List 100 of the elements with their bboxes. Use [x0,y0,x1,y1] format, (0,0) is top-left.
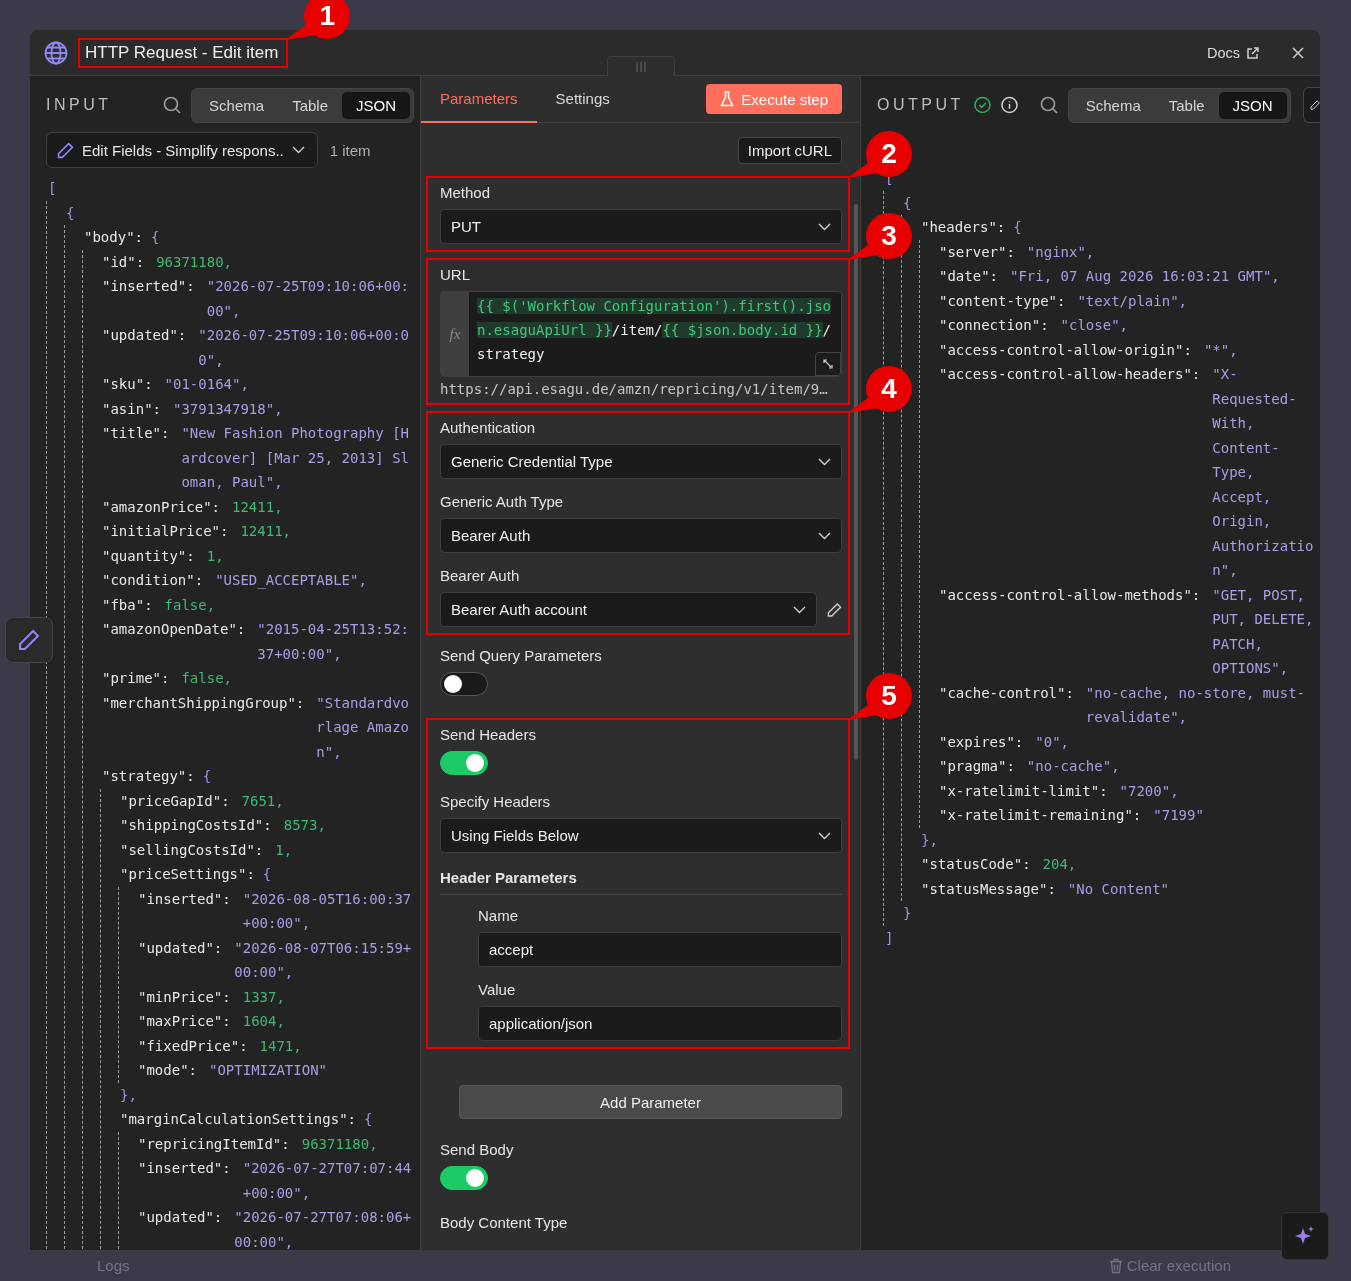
json-key: "maxPrice": [138,1009,231,1034]
json-key: "statusCode": [921,852,1031,877]
view-tab[interactable]: Schema [195,91,279,119]
json-value: "nginx", [1026,242,1096,262]
trash-icon [1108,1257,1123,1274]
json-key: "sellingCostsId": [120,837,264,862]
panel-heading: OUTPUT [877,96,964,114]
json-key: "marginCalculationSettings": [120,1107,356,1132]
field-label: URL [440,266,471,283]
select-field[interactable]: Bearer Auth account [440,592,818,627]
json-value: false, [181,669,233,688]
json-key: "access-control-allow-headers": [939,362,1201,387]
json-value: "0", [1035,732,1070,752]
json-key: "statusMessage": [921,876,1056,901]
panel-tab[interactable]: Settings [536,76,629,123]
json-value: "01-0164", [164,375,250,394]
expand-icon[interactable] [822,358,834,370]
input-field[interactable]: application/json [478,1006,842,1041]
chevron-down-icon [818,222,831,231]
json-key: "asin": [102,396,161,421]
drag-handle[interactable] [607,56,675,76]
json-key: "updated": [138,935,223,960]
json-value: "2026-07-25T09:10:06+00:00", [206,277,410,321]
json-value: false, [164,595,217,615]
json-bracket: { [262,865,272,884]
select-field[interactable]: Bearer Auth [440,518,842,553]
json-key: "access-control-allow-methods": [939,582,1201,607]
json-value: 12411, [240,522,292,541]
select-field[interactable]: Generic Credential Type [440,444,842,479]
toggle-switch[interactable] [440,751,488,775]
json-value: 8573, [283,816,327,835]
chevron-down-icon [793,605,807,614]
json-key: "prime": [102,666,170,691]
view-tab[interactable]: Schema [1071,91,1155,119]
select-field[interactable]: Using Fields Below [440,818,842,853]
view-tab[interactable]: JSON [1218,91,1287,119]
json-value: "2026-07-27T07:07:44+00:00", [242,1159,413,1203]
json-key: "expires": [939,729,1024,754]
json-key: "priceGapId": [120,788,230,813]
search-icon[interactable] [1039,96,1058,114]
pencil-icon [827,601,842,618]
chevron-down-icon [818,531,831,540]
edit-button[interactable] [1302,87,1320,123]
edit-button[interactable] [5,617,53,663]
field-label: Specify Headers [440,793,552,810]
search-icon[interactable] [163,96,182,114]
input-field[interactable]: accept [478,932,842,967]
json-value: 12411, [232,497,284,517]
json-bracket: ] [885,928,894,948]
field-label: Generic Auth Type [440,493,565,510]
view-tab[interactable]: Table [1154,91,1219,119]
json-value: "USED_ACCEPTABLE", [215,571,368,591]
scrollbar[interactable] [854,204,858,760]
json-bracket: } [903,904,912,923]
json-value: "2026-08-05T16:00:37+00:00", [242,889,413,933]
field-label: Authentication [440,419,537,436]
chevron-down-icon [818,831,831,840]
import-curl-button[interactable]: Import cURL [737,137,842,164]
json-key: "date": [939,264,998,289]
expression-editor[interactable]: fx {{ $('Workflow Configuration').first().json.esaguApiUrl }}/item/{{ $json.body.id }}/strategy [440,291,842,377]
json-value: "2015-04-25T13:52:37+00:00", [257,620,410,664]
assistant-button[interactable] [1281,1212,1329,1260]
json-key: "fixedPrice": [138,1033,248,1058]
json-value: "X-Requested-With, Content-Type, Accept, Origin, Authorization", [1212,365,1315,580]
info-icon[interactable] [1000,96,1018,114]
json-bracket: { [1013,218,1022,237]
json-value: "*", [1203,340,1239,360]
json-key: "shippingCostsId": [120,813,272,838]
close-icon[interactable] [1292,46,1304,59]
chevron-down-icon [291,146,305,154]
panel-tab[interactable]: Parameters [421,76,537,123]
json-value: 1, [206,546,225,566]
json-key: "repricingItemId": [138,1131,290,1156]
docs-link[interactable]: Docs [1206,44,1260,61]
json-key: "access-control-allow-origin": [939,337,1192,362]
json-value: 7651, [241,791,285,811]
json-key: "strategy": [102,764,195,789]
json-bracket: { [903,193,912,213]
field-label: Send Query Parameters [440,647,603,664]
json-value: "7200", [1119,781,1180,801]
pencil-icon [57,141,74,159]
view-tab[interactable]: Table [278,91,342,119]
panel-heading: INPUT [46,96,112,114]
json-key: "initialPrice": [102,519,229,544]
json-key: "headers": [921,215,1006,240]
json-key: "updated": [138,1205,223,1230]
flask-icon [720,91,735,107]
json-key: "title": [102,421,170,446]
select-field[interactable]: PUT [440,209,842,244]
json-bracket: }, [120,1085,137,1105]
toggle-switch[interactable] [440,1166,488,1190]
field-label: Body Content Type [440,1214,569,1231]
add-parameter-button[interactable]: Add Parameter [459,1085,842,1119]
json-value: 96371180, [156,252,233,272]
view-tab[interactable]: JSON [342,91,410,119]
json-value: "7199" [1153,806,1205,825]
toggle-switch[interactable] [440,672,488,696]
field-label: Name [478,907,519,924]
expression-marker: fx [449,325,461,343]
node-select[interactable]: Edit Fields - Simplify respons.. [46,132,318,168]
